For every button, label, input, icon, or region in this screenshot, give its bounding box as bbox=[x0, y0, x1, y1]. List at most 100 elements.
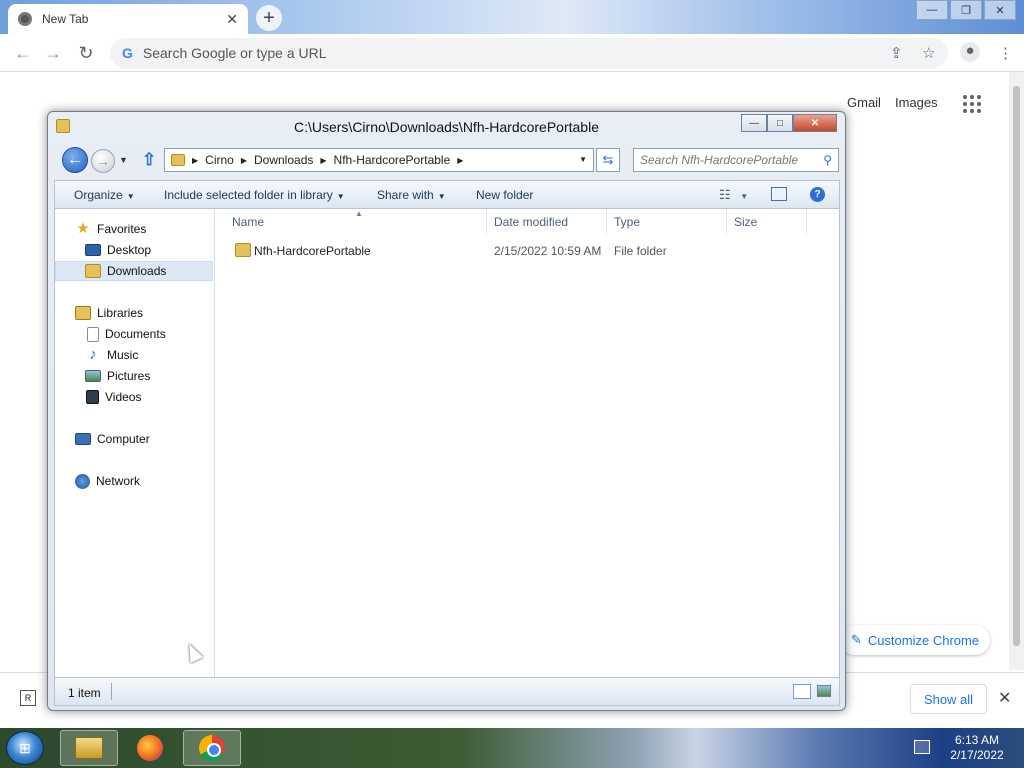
folder-icon bbox=[75, 737, 103, 759]
address-bar[interactable]: ▶ Cirno ▶ Downloads ▶ Nfh-HardcorePortab… bbox=[164, 148, 594, 172]
chrome-icon bbox=[18, 12, 32, 26]
customize-chrome-button[interactable]: ✎ Customize Chrome bbox=[840, 625, 990, 655]
new-folder-button[interactable]: New folder bbox=[476, 188, 533, 202]
organize-button[interactable]: Organize ▼ bbox=[74, 188, 135, 202]
file-name[interactable]: Nfh-HardcorePortable bbox=[254, 244, 371, 258]
omnibox[interactable]: G Search Google or type a URL bbox=[110, 38, 948, 68]
nav-item-downloads[interactable]: Downloads bbox=[55, 261, 213, 281]
nav-item-documents[interactable]: Documents bbox=[55, 324, 213, 344]
chrome-toolbar: ← → ↻ G Search Google or type a URL ⇪ ☆ … bbox=[0, 34, 1024, 72]
breadcrumb-separator-icon[interactable]: ▶ bbox=[192, 156, 198, 165]
share-icon[interactable]: ⇪ bbox=[890, 44, 903, 62]
clock-date: 2/17/2022 bbox=[950, 748, 1004, 762]
recent-pages-dropdown-icon[interactable]: ▼ bbox=[119, 155, 128, 165]
explorer-nav-row: ← → ▼ ⇧ ▶ Cirno ▶ Downloads ▶ Nfh-Hardco… bbox=[54, 147, 841, 174]
pictures-icon bbox=[85, 370, 101, 382]
search-input[interactable]: Search Nfh-HardcorePortable ⚲ bbox=[633, 148, 839, 172]
download-shelf-close-icon[interactable]: ✕ bbox=[998, 688, 1011, 708]
minimize-button[interactable]: — bbox=[741, 114, 767, 132]
chrome-tabstrip: New Tab ✕ + — ❐ ✕ bbox=[0, 0, 1024, 34]
nav-item-computer[interactable]: Computer bbox=[55, 429, 213, 449]
explorer-titlebar[interactable]: C:\Users\Cirno\Downloads\Nfh-HardcorePor… bbox=[48, 112, 845, 142]
large-icons-view-icon[interactable] bbox=[817, 685, 831, 697]
column-header-date-modified[interactable]: Date modified bbox=[487, 209, 607, 235]
new-tab-button[interactable]: + bbox=[256, 5, 282, 31]
breadcrumb-separator-icon[interactable]: ▶ bbox=[320, 156, 326, 165]
nav-item-label: Videos bbox=[105, 390, 142, 404]
share-with-button[interactable]: Share with ▼ bbox=[377, 188, 446, 202]
breadcrumb-separator-icon[interactable]: ▶ bbox=[241, 156, 247, 165]
scrollbar-thumb[interactable] bbox=[1013, 86, 1020, 646]
column-header-size[interactable]: Size bbox=[727, 209, 807, 235]
show-all-button[interactable]: Show all bbox=[910, 684, 987, 714]
taskbar-chrome-button[interactable] bbox=[183, 730, 241, 766]
forward-button[interactable]: → bbox=[91, 149, 115, 173]
close-button[interactable]: ✕ bbox=[793, 114, 837, 132]
search-icon[interactable]: ⚲ bbox=[823, 153, 832, 167]
breadcrumb-downloads[interactable]: Downloads bbox=[254, 153, 313, 167]
downloads-folder-icon bbox=[85, 264, 101, 278]
table-row[interactable]: Nfh-HardcorePortable 2/15/2022 10:59 AM … bbox=[215, 240, 835, 262]
libraries-icon bbox=[75, 306, 91, 320]
chrome-menu-icon[interactable]: ⋮ bbox=[998, 44, 1013, 62]
download-file-icon[interactable]: R bbox=[20, 690, 36, 706]
taskbar-firefox-button[interactable] bbox=[121, 730, 179, 766]
breadcrumb-separator-icon[interactable]: ▶ bbox=[457, 156, 463, 165]
breadcrumb-cirno[interactable]: Cirno bbox=[205, 153, 234, 167]
pencil-icon: ✎ bbox=[850, 632, 862, 647]
minimize-button[interactable]: — bbox=[916, 0, 948, 20]
page-scrollbar[interactable] bbox=[1009, 72, 1024, 670]
network-tray-icon[interactable] bbox=[914, 740, 930, 754]
help-icon[interactable]: ? bbox=[810, 187, 825, 202]
bookmark-star-icon[interactable]: ☆ bbox=[922, 44, 935, 62]
item-count: 1 item bbox=[68, 686, 101, 700]
google-apps-icon[interactable] bbox=[963, 95, 981, 113]
profile-avatar-icon[interactable]: ● bbox=[960, 42, 980, 62]
refresh-icon[interactable]: ⇆ bbox=[596, 148, 620, 172]
tab-new-tab[interactable]: New Tab ✕ bbox=[8, 4, 248, 34]
chrome-icon bbox=[199, 735, 225, 761]
nav-item-label: Music bbox=[107, 348, 139, 362]
nav-item-label: Computer bbox=[97, 432, 150, 446]
tab-close-icon[interactable]: ✕ bbox=[226, 11, 238, 28]
nav-item-favorites[interactable]: ★ Favorites bbox=[55, 219, 213, 239]
back-button[interactable]: ← bbox=[12, 42, 34, 64]
nav-item-videos[interactable]: Videos bbox=[55, 387, 213, 407]
maximize-button[interactable]: ❐ bbox=[950, 0, 982, 20]
file-date-modified: 2/15/2022 10:59 AM bbox=[494, 244, 602, 258]
nav-item-label: Libraries bbox=[97, 306, 144, 320]
details-view-icon[interactable] bbox=[793, 684, 811, 699]
videos-icon bbox=[86, 390, 99, 404]
taskbar-explorer-button[interactable] bbox=[60, 730, 118, 766]
nav-item-network[interactable]: Network bbox=[55, 471, 213, 491]
gmail-link[interactable]: Gmail bbox=[847, 95, 881, 110]
include-in-library-button[interactable]: Include selected folder in library ▼ bbox=[164, 188, 345, 202]
breadcrumb-nfh-hardcoreportable[interactable]: Nfh-HardcorePortable bbox=[334, 153, 451, 167]
folder-icon bbox=[235, 243, 251, 257]
images-link[interactable]: Images bbox=[895, 95, 938, 110]
preview-pane-icon[interactable] bbox=[771, 187, 787, 201]
command-bar: Organize ▼ Include selected folder in lib… bbox=[54, 180, 840, 208]
nav-item-libraries[interactable]: Libraries bbox=[55, 303, 213, 323]
close-button[interactable]: ✕ bbox=[984, 0, 1016, 20]
nav-item-pictures[interactable]: Pictures bbox=[55, 366, 213, 386]
nav-item-desktop[interactable]: Desktop bbox=[55, 240, 213, 260]
reload-button[interactable]: ↻ bbox=[75, 42, 97, 64]
maximize-button[interactable]: □ bbox=[767, 114, 793, 132]
file-type: File folder bbox=[614, 244, 667, 258]
up-arrow-icon[interactable]: ⇧ bbox=[142, 150, 156, 170]
change-view-icon[interactable]: ☷ ▼ bbox=[719, 187, 748, 203]
omnibox-placeholder[interactable]: Search Google or type a URL bbox=[143, 45, 936, 61]
customize-chrome-label: Customize Chrome bbox=[867, 632, 980, 648]
back-button[interactable]: ← bbox=[62, 147, 88, 173]
folder-icon bbox=[171, 154, 185, 166]
address-dropdown-icon[interactable]: ▼ bbox=[579, 155, 587, 164]
column-header-name[interactable]: Name bbox=[215, 209, 487, 235]
nav-item-music[interactable]: ♪ Music bbox=[55, 345, 213, 365]
explorer-title: C:\Users\Cirno\Downloads\Nfh-HardcorePor… bbox=[293, 119, 599, 135]
taskbar-clock[interactable]: 6:13 AM 2/17/2022 bbox=[940, 733, 1014, 763]
start-button[interactable]: ⊞ bbox=[6, 731, 44, 765]
forward-button[interactable]: → bbox=[42, 42, 64, 64]
column-header-type[interactable]: Type bbox=[607, 209, 727, 235]
file-list: Name ▲ Date modified Type Size Nfh-Hardc… bbox=[215, 209, 839, 677]
